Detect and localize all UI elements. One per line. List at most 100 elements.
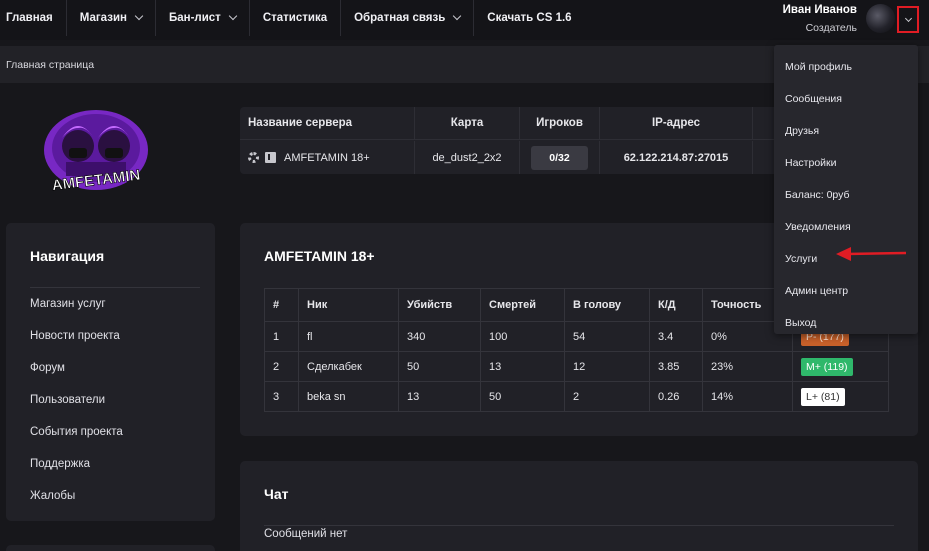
site-logo[interactable]: AMFETAMIN xyxy=(40,108,152,196)
nav-download[interactable]: Скачать CS 1.6 xyxy=(474,0,584,36)
menu-item-messages[interactable]: Сообщения xyxy=(774,83,918,115)
server-map: de_dust2_2x2 xyxy=(415,141,520,174)
cell-deaths: 50 xyxy=(480,381,565,412)
players-badge: 0/32 xyxy=(531,145,588,170)
cell-deaths: 13 xyxy=(480,351,565,382)
user-role: Создатель xyxy=(805,22,857,34)
red-arrow-annotation-icon xyxy=(836,247,907,261)
server-monitor: Название сервера Карта Игроков IP-адрес … xyxy=(240,107,840,174)
server-name: AMFETAMIN 18+ xyxy=(284,151,370,164)
cell-kd: 3.85 xyxy=(649,351,703,382)
header-map: Карта xyxy=(415,107,520,139)
cell-number: 2 xyxy=(264,351,299,382)
nav-feedback[interactable]: Обратная связь xyxy=(341,0,475,36)
stats-title: AMFETAMIN 18+ xyxy=(264,248,375,264)
cell-number: 1 xyxy=(264,321,299,352)
cell-deaths: 100 xyxy=(480,321,565,352)
sidebar-item-complaints[interactable]: Жалобы xyxy=(30,489,123,521)
cell-kills: 50 xyxy=(398,351,481,382)
sidebar-item-forum[interactable]: Форум xyxy=(30,361,123,393)
header-players: Игроков xyxy=(520,107,600,139)
nav-banlist[interactable]: Бан-лист xyxy=(156,0,250,36)
chevron-down-icon xyxy=(453,11,462,21)
cell-kd: 3.4 xyxy=(649,321,703,352)
user-menu-toggle-button[interactable] xyxy=(897,6,919,33)
gear-icon[interactable] xyxy=(248,152,259,163)
breadcrumb[interactable]: Главная страница xyxy=(6,59,94,71)
user-name: Иван Иванов xyxy=(782,4,857,16)
sidebar-title: Навигация xyxy=(30,248,105,264)
sidebar-item-users[interactable]: Пользователи xyxy=(30,393,123,425)
header-ip: IP-адрес xyxy=(600,107,753,139)
chat-card: Чат Сообщений нет xyxy=(240,461,918,551)
cell-accuracy: 14% xyxy=(702,381,793,412)
col-nick: Ник xyxy=(298,288,399,322)
nav-home-label: Главная xyxy=(6,12,53,24)
col-headshots: В голову xyxy=(564,288,650,322)
cell-nick[interactable]: fl xyxy=(298,321,399,352)
nav-stats[interactable]: Статистика xyxy=(250,0,342,36)
sidebar-item-shop[interactable]: Магазин услуг xyxy=(30,297,123,329)
server-table-header: Название сервера Карта Игроков IP-адрес xyxy=(240,107,840,140)
cell-kills: 340 xyxy=(398,321,481,352)
user-dropdown-menu: Мой профиль Сообщения Друзья Настройки Б… xyxy=(774,45,918,334)
chevron-down-icon xyxy=(904,14,912,22)
cell-nick[interactable]: beka sn xyxy=(298,381,399,412)
table-row[interactable]: 2 Сделкабек 50 13 12 3.85 23% M+ (119) xyxy=(264,351,889,382)
top-navbar: Главная Магазин Бан-лист Статистика Обра… xyxy=(0,0,929,40)
nav-download-label: Скачать CS 1.6 xyxy=(487,12,572,24)
cell-accuracy: 23% xyxy=(702,351,793,382)
col-kills: Убийств xyxy=(398,288,481,322)
chevron-down-icon xyxy=(228,11,238,21)
menu-item-balance[interactable]: Баланс: 0руб xyxy=(774,179,918,211)
menu-item-logout[interactable]: Выход xyxy=(774,307,918,339)
menu-item-settings[interactable]: Настройки xyxy=(774,147,918,179)
nav-home[interactable]: Главная xyxy=(0,0,67,36)
col-number: # xyxy=(264,288,299,322)
server-ip[interactable]: 62.122.214.87:27015 xyxy=(600,141,753,174)
server-players-cell: 0/32 xyxy=(520,141,600,174)
chat-title: Чат xyxy=(264,486,289,502)
chevron-down-icon xyxy=(134,11,144,21)
user-info[interactable]: Иван Иванов Создатель xyxy=(783,4,857,34)
chat-empty-message: Сообщений нет xyxy=(264,528,348,540)
avatar[interactable] xyxy=(866,4,895,33)
cell-headshots: 12 xyxy=(564,351,650,382)
user-menu-list: Мой профиль Сообщения Друзья Настройки Б… xyxy=(774,45,918,339)
cell-headshots: 54 xyxy=(564,321,650,352)
divider xyxy=(30,287,200,288)
sidebar-item-news[interactable]: Новости проекта xyxy=(30,329,123,361)
col-kd: К/Д xyxy=(649,288,703,322)
cell-number: 3 xyxy=(264,381,299,412)
menu-item-admin[interactable]: Админ центр xyxy=(774,275,918,307)
nav-stats-label: Статистика xyxy=(262,12,328,24)
nav-feedback-label: Обратная связь xyxy=(354,12,446,24)
game-cs-icon xyxy=(265,152,276,163)
server-row[interactable]: AMFETAMIN 18+ de_dust2_2x2 0/32 62.122.2… xyxy=(240,141,840,174)
sidebar-item-events[interactable]: События проекта xyxy=(30,425,123,457)
cell-kills: 13 xyxy=(398,381,481,412)
cell-rank: M+ (119) xyxy=(792,351,889,382)
menu-item-notifications[interactable]: Уведомления xyxy=(774,211,918,243)
menu-item-friends[interactable]: Друзья xyxy=(774,115,918,147)
nav-shop-label: Магазин xyxy=(79,12,127,24)
header-server-name: Название сервера xyxy=(240,107,415,139)
rank-badge: M+ (119) xyxy=(801,357,853,376)
sidebar-item-support[interactable]: Поддержка xyxy=(30,457,123,489)
col-deaths: Смертей xyxy=(480,288,565,322)
rank-badge: L+ (81) xyxy=(801,387,845,406)
menu-item-profile[interactable]: Мой профиль xyxy=(774,51,918,83)
nav-banlist-label: Бан-лист xyxy=(168,12,221,24)
nav-shop[interactable]: Магазин xyxy=(67,0,156,36)
cell-nick[interactable]: Сделкабек xyxy=(298,351,399,382)
cell-headshots: 2 xyxy=(564,381,650,412)
navigation-sidebar: Навигация Магазин услуг Новости проекта … xyxy=(6,223,215,521)
table-row[interactable]: 3 beka sn 13 50 2 0.26 14% L+ (81) xyxy=(264,381,889,412)
sidebar-next-card xyxy=(6,545,215,551)
main-nav: Главная Магазин Бан-лист Статистика Обра… xyxy=(0,0,585,36)
divider xyxy=(264,525,894,526)
server-name-cell: AMFETAMIN 18+ xyxy=(240,141,415,174)
cell-kd: 0.26 xyxy=(649,381,703,412)
sidebar-list: Магазин услуг Новости проекта Форум Поль… xyxy=(30,297,123,521)
cell-rank: L+ (81) xyxy=(792,381,889,412)
